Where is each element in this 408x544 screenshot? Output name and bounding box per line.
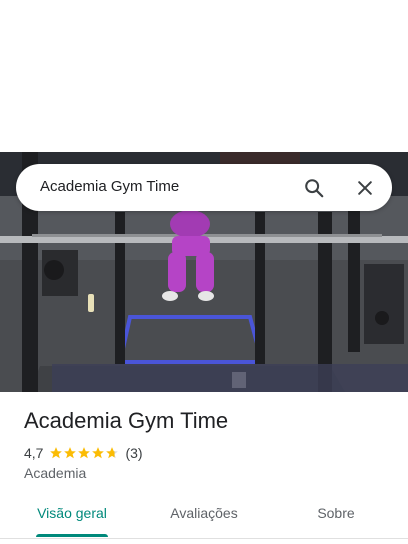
close-button[interactable] [352, 175, 378, 201]
search-button[interactable] [301, 175, 327, 201]
star-full-icon [64, 447, 77, 459]
close-icon [358, 181, 372, 195]
tab-about[interactable]: Sobre [284, 494, 388, 535]
place-category: Academia [24, 465, 87, 481]
star-rating [49, 446, 119, 460]
rating-row[interactable]: 4,7 (3) [24, 444, 143, 462]
place-title: Academia Gym Time [24, 408, 229, 433]
search-icon [305, 179, 324, 198]
search-input[interactable]: Academia Gym Time [40, 178, 179, 195]
tab-bar: Visão geral Avaliações Sobre [0, 494, 408, 539]
active-tab-indicator [36, 534, 108, 537]
star-full-icon [78, 447, 91, 459]
rating-value: 4,7 [24, 445, 44, 461]
star-full-icon [92, 447, 105, 459]
tab-overview[interactable]: Visão geral [20, 494, 124, 535]
star-half-icon [106, 447, 119, 459]
reviews-count[interactable]: (3) [125, 445, 142, 461]
tab-reviews[interactable]: Avaliações [152, 494, 256, 535]
search-bar[interactable]: Academia Gym Time [16, 164, 392, 211]
star-full-icon [50, 447, 63, 459]
